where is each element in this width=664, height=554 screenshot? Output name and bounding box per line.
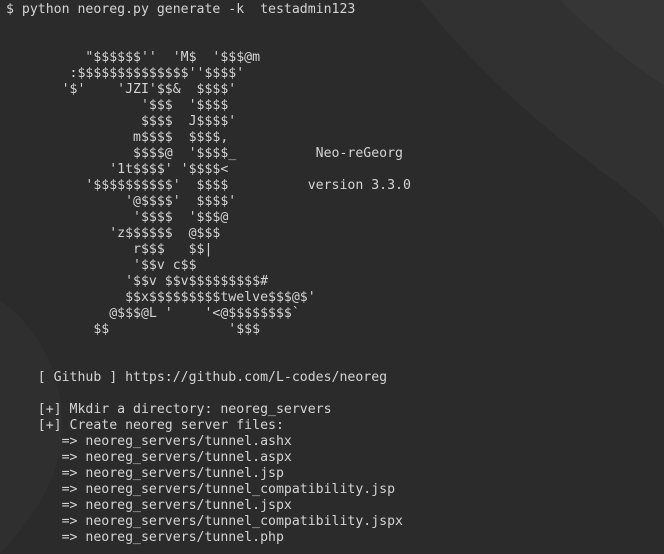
terminal-output: $ python neoreg.py generate -k testadmin… <box>6 2 664 546</box>
terminal-line: '$$v $$v$$$$$$$$$# <box>6 274 269 289</box>
terminal-line: 'z$$$$$$ @$$$ <box>6 226 221 241</box>
terminal-line: "$$$$$$'' 'M$ '$$$@m <box>6 50 261 65</box>
terminal-line: m$$$$ $$$$, <box>6 130 229 145</box>
terminal-line: => neoreg_servers/tunnel_compatibility.j… <box>6 482 396 497</box>
terminal-window[interactable]: $ python neoreg.py generate -k testadmin… <box>0 0 664 554</box>
terminal-line: [ Github ] https://github.com/L-codes/ne… <box>6 370 388 385</box>
terminal-line: '$$v c$$ <box>6 258 197 273</box>
terminal-line: => neoreg_servers/tunnel_compatibility.j… <box>6 514 403 529</box>
terminal-line: r$$$ $$| <box>6 242 213 257</box>
terminal-line: => neoreg_servers/tunnel.jspx <box>6 498 292 513</box>
terminal-line: [+] Mkdir a directory: neoreg_servers <box>6 402 332 417</box>
terminal-line: :$$$$$$$$$$$$$$''$$$$' <box>6 66 245 81</box>
terminal-line: '$' 'JZI'$$& $$$$' <box>6 82 237 97</box>
terminal-line: '$$$$$$$$$$' $$$$ version 3.3.0 <box>6 178 411 193</box>
terminal-line: => neoreg_servers/tunnel.ashx <box>6 434 292 449</box>
terminal-line: => neoreg_servers/tunnel.jsp <box>6 466 284 481</box>
terminal-line: $$ '$$$ <box>6 322 261 337</box>
terminal-line: => neoreg_servers/tunnel.aspx <box>6 450 292 465</box>
terminal-line: '1t$$$$' '$$$$< <box>6 162 229 177</box>
terminal-line: $$$$@ '$$$$_ Neo-reGeorg <box>6 146 403 161</box>
terminal-line: [+] Create neoreg server files: <box>6 418 284 433</box>
terminal-line: @$$$@L ' '<@$$$$$$$$` <box>6 306 300 321</box>
terminal-line: '$$$ '$$$$ <box>6 98 229 113</box>
terminal-line: $ python neoreg.py generate -k testadmin… <box>6 2 356 17</box>
terminal-line: $$x$$$$$$$$$twelve$$$@$' <box>6 290 316 305</box>
terminal-line: '$$$$ '$$$@ <box>6 210 229 225</box>
terminal-line: => neoreg_servers/tunnel.php <box>6 530 284 545</box>
terminal-line: $$$$ J$$$$' <box>6 114 237 129</box>
terminal-line: '@$$$$' $$$$' <box>6 194 237 209</box>
